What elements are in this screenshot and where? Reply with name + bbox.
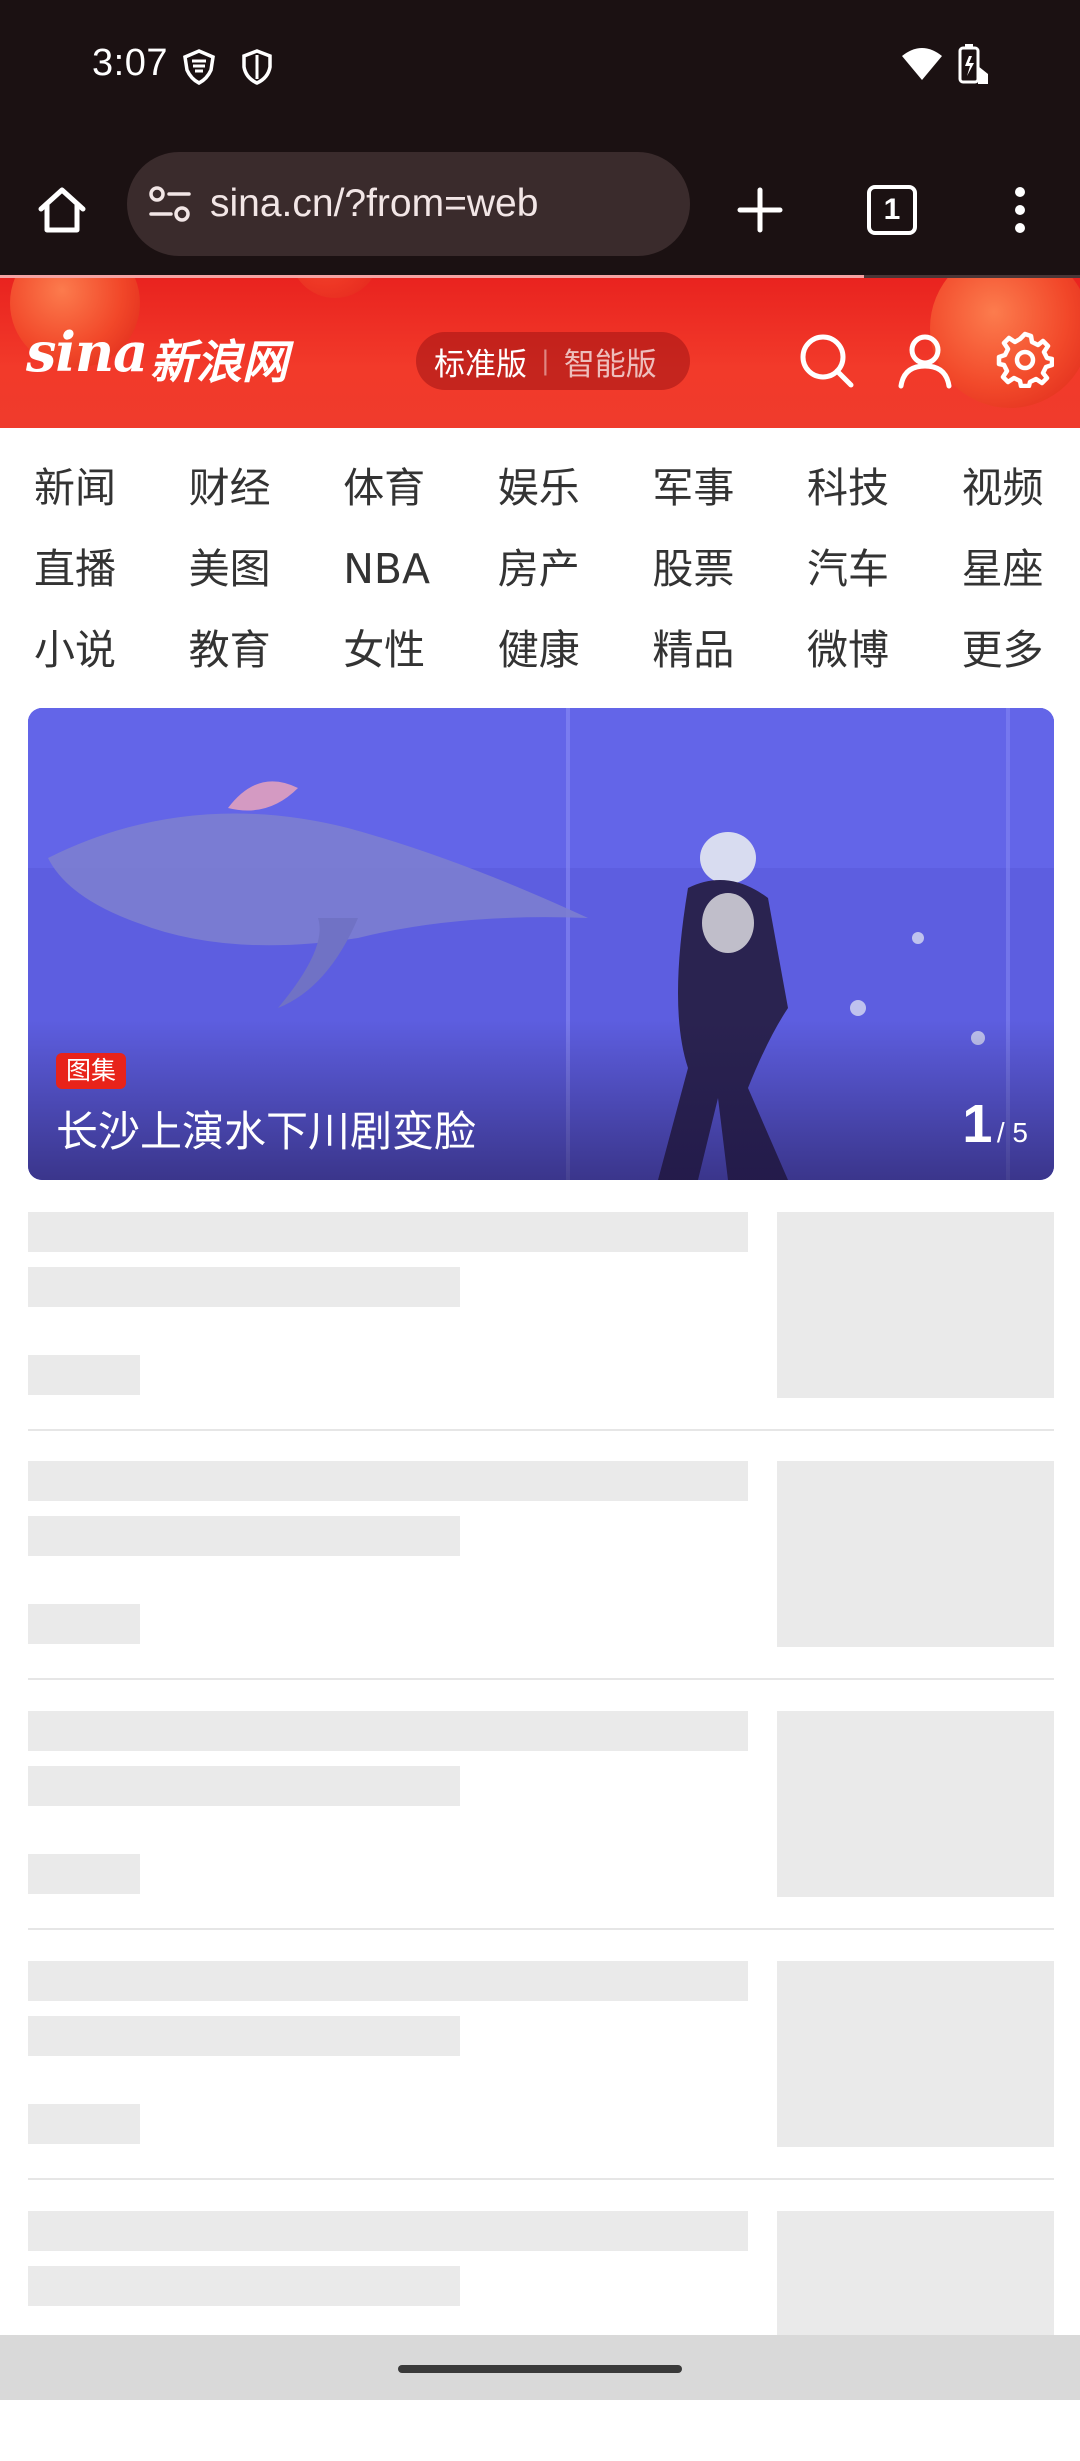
category-nav: 新闻 财经 体育 娱乐 军事 科技 视频 直播 美图 NBA 房产 股票 汽车 星座 小说 教育 女性 健康 精品微…	[34, 448, 1062, 691]
version-standard[interactable]: 标准版	[434, 339, 527, 384]
placeholder-title-line-1	[28, 1212, 748, 1252]
nav-item[interactable]: 股票	[652, 529, 807, 610]
nav-item[interactable]: 科技	[807, 448, 962, 529]
nav-item[interactable]: 房产	[498, 529, 653, 610]
nav-item[interactable]: 健康	[498, 610, 653, 691]
placeholder-title-line-1	[28, 1711, 748, 1751]
status-bar: 3:07	[0, 0, 1080, 140]
system-nav-bar	[0, 2335, 1080, 2400]
slide-counter: 1 / 5	[962, 1093, 1028, 1155]
list-divider	[28, 1429, 1054, 1431]
nav-item[interactable]: 军事	[652, 448, 807, 529]
list-divider	[28, 1678, 1054, 1680]
placeholder-thumbnail	[777, 1212, 1054, 1398]
url-text[interactable]: sina.cn/?from=web	[210, 152, 538, 256]
nav-item[interactable]: 财经	[189, 448, 344, 529]
nav-item[interactable]: 教育	[189, 610, 344, 691]
slide-current: 1	[962, 1094, 993, 1154]
nav-item[interactable]: 更多	[962, 610, 1080, 691]
placeholder-title-line-1	[28, 1961, 748, 2001]
tab-count: 1	[867, 185, 917, 235]
news-item-placeholder	[28, 1961, 1054, 2211]
logo-cn: 新浪网	[150, 335, 288, 389]
battery-icon	[956, 44, 990, 90]
news-item-placeholder	[28, 1461, 1054, 1711]
nav-item[interactable]: 体育	[343, 448, 498, 529]
more-vert-icon	[1015, 187, 1025, 233]
placeholder-title-line-2	[28, 2016, 460, 2056]
placeholder-title-line-2	[28, 2266, 460, 2306]
gear-icon[interactable]	[996, 330, 1055, 392]
nav-item[interactable]: 女性	[343, 610, 498, 691]
lantern-decoration	[290, 278, 380, 298]
placeholder-thumbnail	[777, 1711, 1054, 1897]
wifi-icon	[900, 46, 944, 86]
slide-total: / 5	[996, 1117, 1028, 1148]
news-item-placeholder	[28, 1212, 1054, 1462]
nav-item[interactable]: 视频	[962, 448, 1080, 529]
nav-item[interactable]: 星座	[962, 529, 1080, 610]
logo-sina: sina	[26, 320, 148, 384]
menu-button[interactable]	[1000, 180, 1040, 240]
home-gesture-handle[interactable]	[398, 2365, 682, 2373]
nav-item[interactable]: 新闻	[34, 448, 189, 529]
placeholder-source	[28, 1854, 140, 1894]
placeholder-title-line-2	[28, 1267, 460, 1307]
nav-item[interactable]: 直播	[34, 529, 189, 610]
home-icon	[38, 187, 86, 233]
vpn-shield-icon	[180, 48, 218, 90]
security-shield-icon	[238, 48, 276, 90]
nav-item[interactable]: 微博	[807, 610, 962, 691]
placeholder-title-line-1	[28, 1461, 748, 1501]
nav-item[interactable]: NBA	[343, 529, 498, 610]
version-separator: |	[541, 346, 550, 376]
version-smart[interactable]: 智能版	[564, 339, 657, 384]
placeholder-source	[28, 2104, 140, 2144]
placeholder-source	[28, 1604, 140, 1644]
site-settings-icon[interactable]	[147, 182, 193, 232]
placeholder-title-line-1	[28, 2211, 748, 2251]
browser-toolbar: sina.cn/?from=web 1	[0, 140, 1080, 279]
version-switch[interactable]: 标准版 | 智能版	[416, 332, 690, 390]
address-bar[interactable]: sina.cn/?from=web	[127, 152, 690, 256]
hero-title[interactable]: 长沙上演水下川剧变脸	[56, 1098, 476, 1159]
nav-item[interactable]: 美图	[189, 529, 344, 610]
search-icon[interactable]	[796, 330, 856, 394]
user-icon[interactable]	[896, 330, 954, 394]
tab-switcher-button[interactable]: 1	[862, 180, 922, 240]
nav-item[interactable]: 小说	[34, 610, 189, 691]
list-divider	[28, 1928, 1054, 1930]
placeholder-thumbnail	[777, 1961, 1054, 2147]
plus-icon	[737, 187, 783, 233]
news-item-placeholder	[28, 1711, 1054, 1961]
placeholder-thumbnail	[777, 1461, 1054, 1647]
placeholder-source	[28, 1355, 140, 1395]
hero-gallery[interactable]: 图集 长沙上演水下川剧变脸 1 / 5	[28, 708, 1054, 1180]
nav-item[interactable]: 娱乐	[498, 448, 653, 529]
home-button[interactable]	[32, 180, 92, 240]
placeholder-title-line-2	[28, 1516, 460, 1556]
sina-header: sina 新浪网 标准版 | 智能版	[0, 278, 1080, 428]
nav-item[interactable]: 汽车	[807, 529, 962, 610]
list-divider	[28, 2178, 1054, 2180]
nav-item[interactable]: 精品	[652, 610, 807, 691]
new-tab-button[interactable]	[730, 180, 790, 240]
status-time: 3:07	[92, 42, 168, 84]
gallery-tag: 图集	[56, 1053, 127, 1089]
placeholder-title-line-2	[28, 1766, 460, 1806]
